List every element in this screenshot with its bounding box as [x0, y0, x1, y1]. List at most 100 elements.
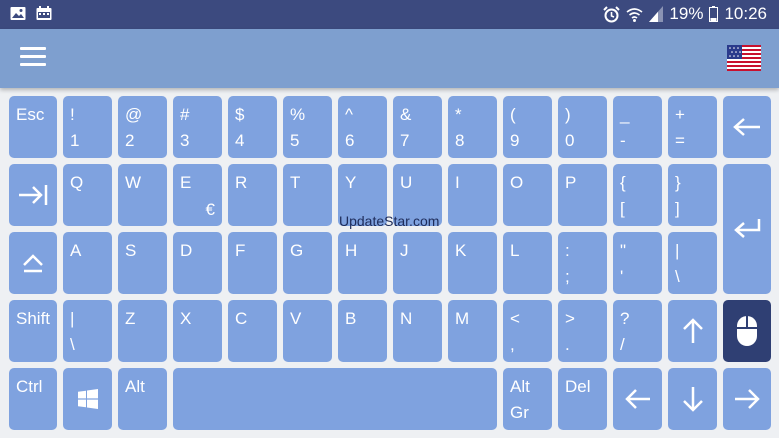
key-label: D [180, 241, 193, 260]
key-k[interactable]: K [448, 232, 497, 294]
key-l[interactable]: L [503, 232, 552, 294]
key-b[interactable]: B [338, 300, 387, 362]
key-windows[interactable] [63, 368, 112, 430]
key-x[interactable]: X [173, 300, 222, 362]
wifi-icon [626, 6, 643, 23]
key-0[interactable]: ) 0 [558, 96, 607, 158]
key-p[interactable]: P [558, 164, 607, 226]
key-6[interactable]: ^ 6 [338, 96, 387, 158]
key-label: ' [620, 267, 624, 286]
calendar-icon [36, 6, 52, 21]
key-3[interactable]: # 3 [173, 96, 222, 158]
key-caps-lock[interactable] [9, 232, 57, 294]
key-v[interactable]: V [283, 300, 332, 362]
key-pipe[interactable]: | \ [63, 300, 112, 362]
app-toolbar [0, 29, 779, 88]
key-o[interactable]: O [503, 164, 552, 226]
key-quote[interactable]: " ' [613, 232, 662, 294]
caps-lock-icon [9, 232, 57, 294]
key-a[interactable]: A [63, 232, 112, 294]
key-label-shift: * [455, 105, 462, 124]
key-semicolon[interactable]: : ; [558, 232, 607, 294]
key-label: 9 [510, 131, 520, 150]
key-equals[interactable]: + = [668, 96, 717, 158]
key-enter[interactable] [723, 164, 771, 294]
key-label: X [180, 309, 192, 328]
key-label-shift: _ [620, 105, 630, 124]
key-period[interactable]: > . [558, 300, 607, 362]
key-label-shift: { [620, 173, 626, 192]
key-f[interactable]: F [228, 232, 277, 294]
key-label-shift: < [510, 309, 520, 328]
key-i[interactable]: I [448, 164, 497, 226]
key-backslash[interactable]: | \ [668, 232, 717, 294]
key-label: H [345, 241, 358, 260]
key-label: A [70, 241, 82, 260]
key-comma[interactable]: < , [503, 300, 552, 362]
key-5[interactable]: % 5 [283, 96, 332, 158]
key-label: , [510, 335, 515, 354]
key-space[interactable] [173, 368, 497, 430]
key-8[interactable]: * 8 [448, 96, 497, 158]
key-r[interactable]: R [228, 164, 277, 226]
key-c[interactable]: C [228, 300, 277, 362]
key-label-shift: $ [235, 105, 245, 124]
key-q[interactable]: Q [63, 164, 112, 226]
key-del[interactable]: Del [558, 368, 607, 430]
key-arrow-left[interactable] [613, 368, 662, 430]
key-arrow-down[interactable] [668, 368, 717, 430]
key-z[interactable]: Z [118, 300, 167, 362]
key-alt-gr[interactable]: Alt Gr [503, 368, 552, 430]
key-h[interactable]: H [338, 232, 387, 294]
key-label: / [620, 335, 625, 354]
key-label: 0 [565, 131, 575, 150]
key-label-shift: @ [125, 105, 143, 124]
key-label: R [235, 173, 248, 192]
key-shift[interactable]: Shift [9, 300, 57, 362]
key-t[interactable]: T [283, 164, 332, 226]
key-label-shift: | [70, 309, 75, 328]
key-slash[interactable]: ? / [613, 300, 662, 362]
key-4[interactable]: $ 4 [228, 96, 277, 158]
key-label: I [455, 173, 460, 192]
key-s[interactable]: S [118, 232, 167, 294]
key-2[interactable]: @ 2 [118, 96, 167, 158]
key-m[interactable]: M [448, 300, 497, 362]
key-w[interactable]: W [118, 164, 167, 226]
key-d[interactable]: D [173, 232, 222, 294]
key-backspace[interactable] [723, 96, 771, 158]
hamburger-menu-icon[interactable] [20, 47, 48, 69]
arrow-up-icon [668, 300, 717, 362]
key-label: 4 [235, 131, 245, 150]
status-time: 10:26 [724, 4, 767, 23]
key-label-shift: + [675, 105, 685, 124]
key-label: Alt [125, 377, 145, 396]
key-e[interactable]: E € [173, 164, 222, 226]
key-tab[interactable] [9, 164, 57, 226]
key-ctrl[interactable]: Ctrl [9, 368, 57, 430]
key-arrow-right[interactable] [723, 368, 771, 430]
key-left-bracket[interactable]: { [ [613, 164, 662, 226]
key-label: W [125, 173, 142, 192]
key-label-secondary: Gr [510, 403, 529, 422]
key-mouse-mode[interactable] [723, 300, 771, 362]
key-label-shift: ? [620, 309, 630, 328]
key-right-bracket[interactable]: } ] [668, 164, 717, 226]
key-9[interactable]: ( 9 [503, 96, 552, 158]
status-bar: 19% 10:26 [0, 0, 779, 29]
key-g[interactable]: G [283, 232, 332, 294]
key-arrow-up[interactable] [668, 300, 717, 362]
key-label: P [565, 173, 577, 192]
key-label-shift: ! [70, 105, 75, 124]
key-minus[interactable]: _ - [613, 96, 662, 158]
key-7[interactable]: & 7 [393, 96, 442, 158]
key-alt[interactable]: Alt [118, 368, 167, 430]
key-j[interactable]: J [393, 232, 442, 294]
key-1[interactable]: ! 1 [63, 96, 112, 158]
key-n[interactable]: N [393, 300, 442, 362]
key-esc[interactable]: Esc [9, 96, 57, 158]
key-label-shift: ^ [345, 105, 353, 124]
us-flag-icon[interactable] [727, 45, 761, 71]
key-label: \ [675, 267, 680, 286]
key-label: 6 [345, 131, 355, 150]
